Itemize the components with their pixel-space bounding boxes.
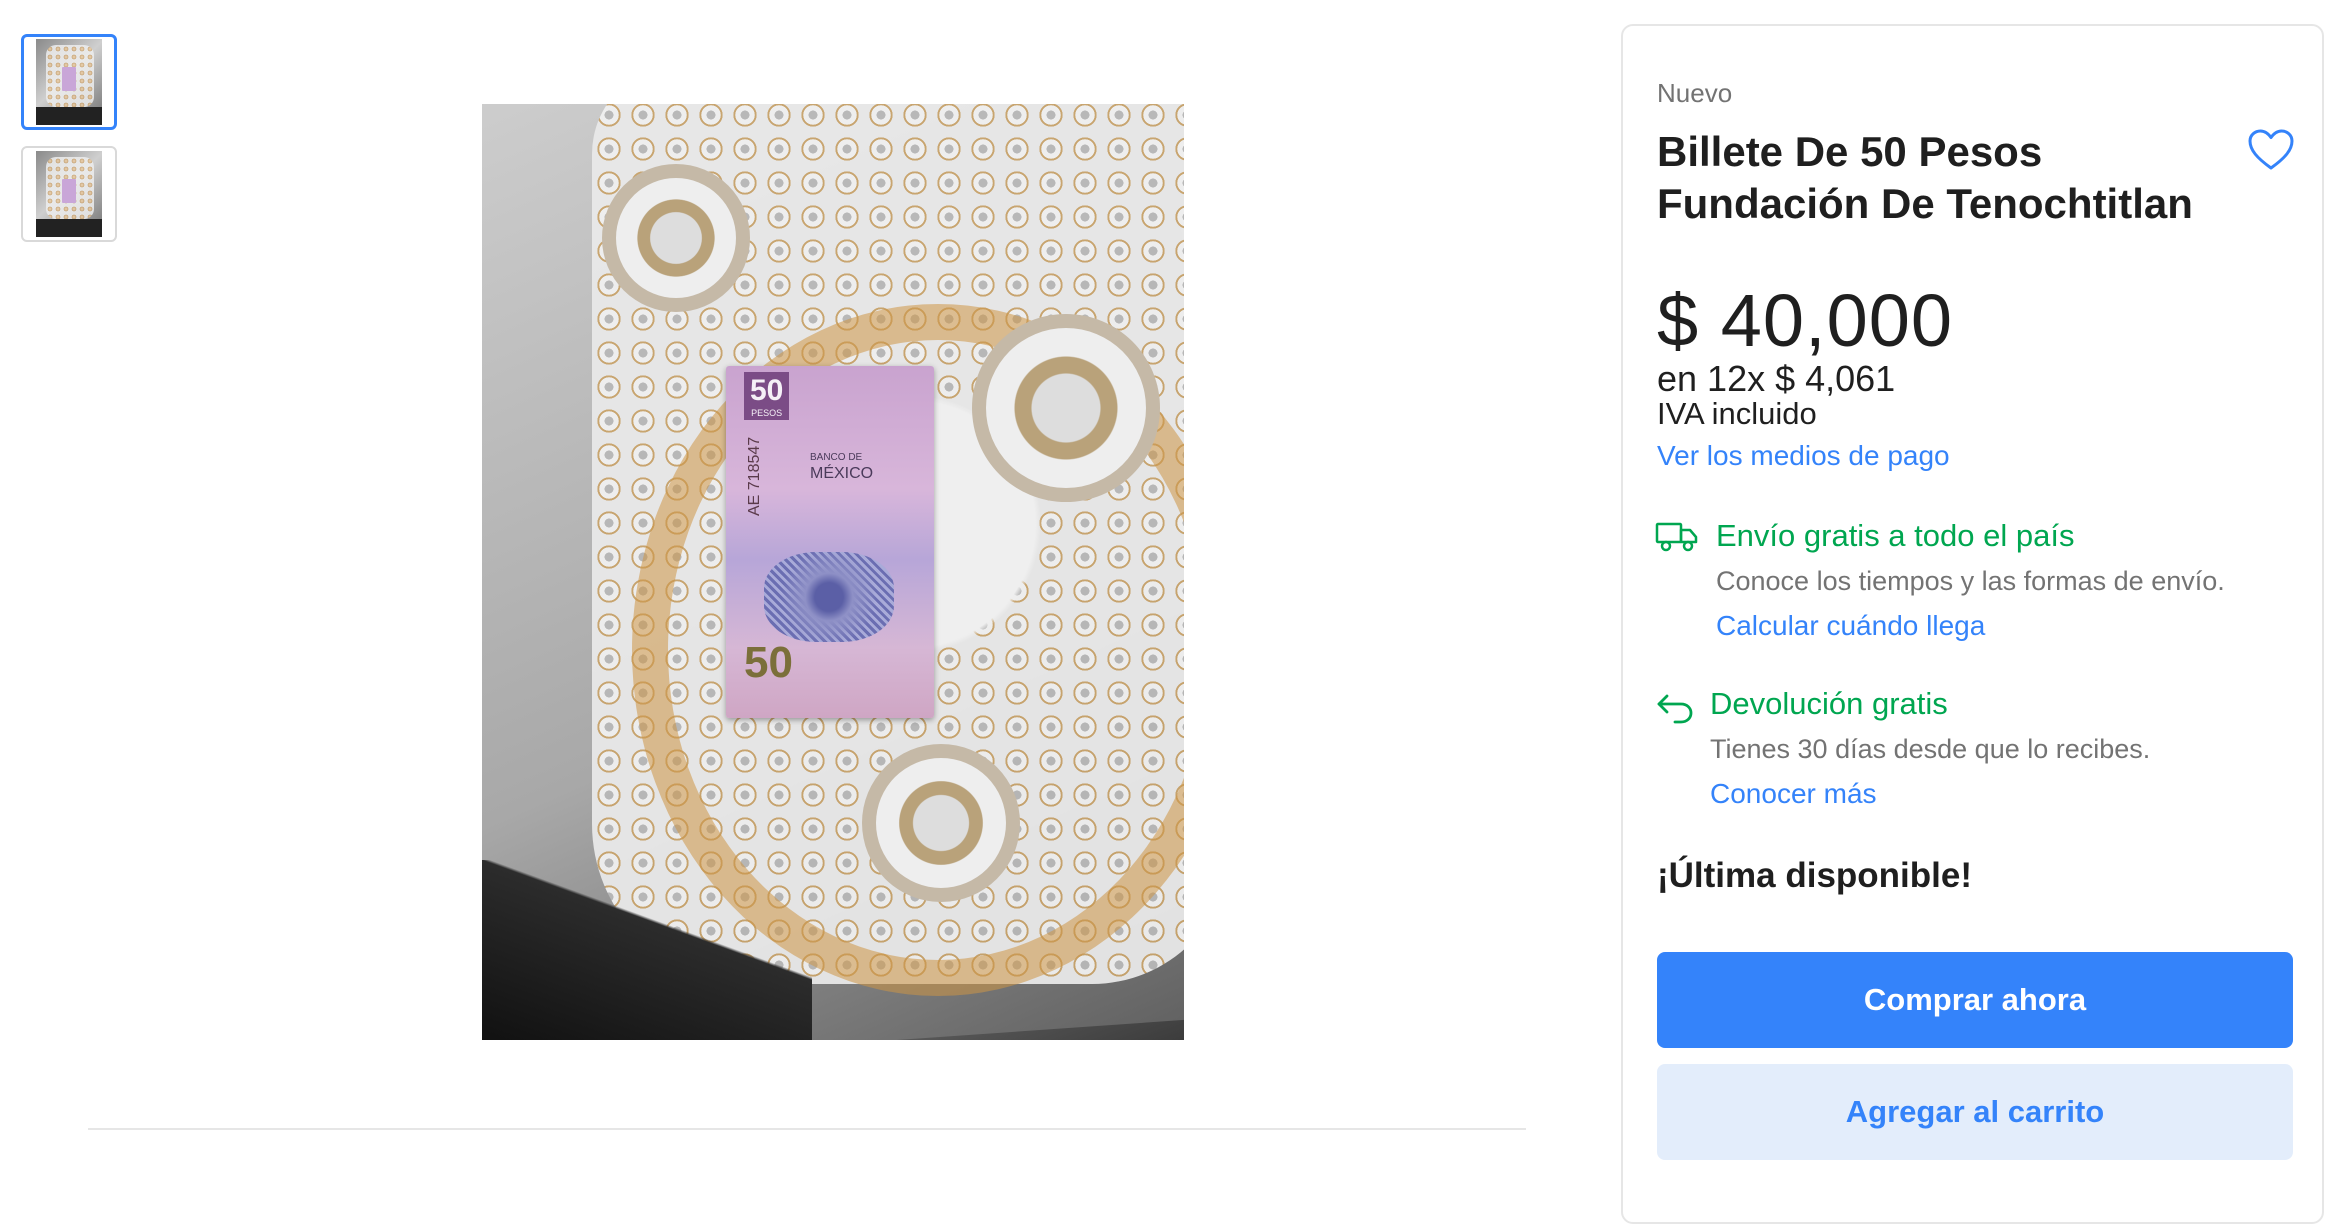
return-subtitle: Tienes 30 días desde que lo recibes. — [1710, 734, 2151, 764]
banknote: 50 PESOS BANCO DE MÉXICO AE 718547 50 — [726, 366, 934, 718]
thumbnail-1[interactable] — [21, 34, 117, 130]
return-arrow-icon — [1657, 694, 1693, 724]
condition-label: Nuevo — [1657, 78, 1733, 108]
thumbnail-image — [36, 39, 102, 125]
shipping-subtitle: Conoce los tiempos y las formas de envío… — [1716, 566, 2225, 596]
truck-icon — [1655, 522, 1698, 552]
heart-icon[interactable] — [2247, 128, 2295, 172]
thumbnail-2[interactable] — [21, 146, 117, 242]
installments: en 12x $ 4,061 — [1657, 358, 1896, 399]
banknote-serial: AE 718547 — [746, 436, 763, 516]
stock-notice: ¡Última disponible! — [1657, 856, 1972, 895]
buy-now-button[interactable]: Comprar ahora — [1657, 952, 2293, 1048]
learn-more-link[interactable]: Conocer más — [1710, 778, 1877, 810]
purchase-panel: Nuevo Billete De 50 Pesos Fundación De T… — [1621, 24, 2324, 1224]
tax-note: IVA incluido — [1657, 396, 1817, 431]
banknote-denomination-large: 50 — [744, 638, 793, 687]
main-product-image[interactable]: 50 PESOS BANCO DE MÉXICO AE 718547 50 — [482, 104, 1184, 1040]
calculate-delivery-link[interactable]: Calcular cuándo llega — [1716, 610, 1985, 642]
free-return-title: Devolución gratis — [1710, 686, 1948, 721]
thumbnail-image — [36, 151, 102, 237]
banknote-bank-name: BANCO DE MÉXICO — [810, 452, 874, 482]
section-divider — [88, 1128, 1526, 1130]
add-to-cart-button[interactable]: Agregar al carrito — [1657, 1064, 2293, 1160]
product-title: Billete De 50 Pesos Fundación De Tenocht… — [1657, 128, 2193, 227]
free-shipping-title: Envío gratis a todo el país — [1716, 518, 2075, 553]
banknote-emblem — [764, 552, 894, 642]
price: $ 40,000 — [1657, 279, 1954, 362]
banknote-denomination: 50 PESOS — [744, 372, 790, 420]
payment-methods-link[interactable]: Ver los medios de pago — [1657, 440, 1950, 472]
